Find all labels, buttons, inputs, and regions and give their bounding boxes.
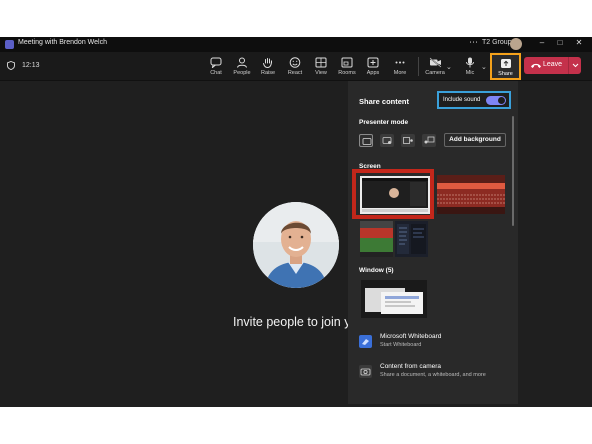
leave-options-button[interactable]	[568, 57, 582, 74]
mic-button[interactable]: Mic	[457, 55, 483, 79]
screen-3-preview-image	[360, 221, 393, 257]
camera-content-title: Content from camera	[380, 363, 442, 370]
camera-button[interactable]: Camera	[422, 55, 448, 79]
side-by-side-icon	[403, 137, 413, 144]
screen-4-thumbnail[interactable]	[395, 221, 428, 257]
screen-2-thumbnail[interactable]	[437, 175, 505, 214]
rooms-button[interactable]: Rooms	[334, 55, 360, 79]
screen-3-thumbnail[interactable]	[360, 221, 393, 257]
leave-button[interactable]: Leave	[524, 57, 581, 74]
people-icon	[237, 57, 247, 68]
leave-label: Leave	[543, 61, 563, 68]
camera-off-icon	[429, 57, 441, 68]
meeting-timer: 12:13	[22, 62, 40, 69]
screen-4-preview-image	[395, 221, 428, 257]
content-only-icon	[362, 138, 372, 145]
share-label: Share	[498, 71, 513, 77]
rooms-icon	[341, 57, 353, 68]
screen-1-highlight	[352, 169, 434, 219]
raise-hand-button[interactable]: Raise	[255, 55, 281, 79]
screen-2-preview-image	[437, 175, 505, 214]
apps-button[interactable]: Apps	[360, 55, 386, 79]
whiteboard-icon	[359, 335, 372, 348]
mic-label: Mic	[465, 70, 475, 76]
reporter-icon	[424, 136, 435, 144]
mic-icon	[466, 57, 474, 68]
maximize-button[interactable]: □	[553, 38, 567, 47]
include-sound-toggle-row[interactable]: Include sound	[437, 91, 511, 109]
window-1-thumbnail[interactable]	[361, 280, 427, 318]
people-label: People	[233, 70, 251, 76]
react-label: React	[287, 70, 303, 76]
teams-logo-icon	[5, 40, 14, 49]
presenter-mode-content-only[interactable]	[359, 134, 373, 147]
people-button[interactable]: People	[229, 55, 255, 79]
include-sound-label: Include sound	[443, 97, 481, 103]
view-button[interactable]: View	[308, 55, 334, 79]
chat-button[interactable]: Chat	[203, 55, 229, 79]
title-bar: Meeting with Brendon Welch ⋯ T2 Group – …	[0, 37, 592, 52]
camera-label: Camera	[425, 70, 445, 76]
invite-people-text: Invite people to join you	[233, 315, 348, 329]
share-tray-icon	[500, 59, 511, 68]
content-from-camera-option[interactable]: Content from camera Share a document, a …	[359, 363, 509, 383]
user-avatar[interactable]	[510, 38, 522, 50]
camera-content-icon	[359, 365, 372, 378]
hand-icon	[263, 58, 272, 68]
include-sound-toggle[interactable]	[486, 96, 506, 105]
toolbar-divider	[418, 57, 419, 76]
camera-content-subtitle: Share a document, a whiteboard, and more	[380, 372, 486, 378]
close-button[interactable]: ✕	[572, 38, 586, 47]
chevron-down-icon	[572, 63, 579, 68]
view-label: View	[315, 70, 327, 76]
share-content-title: Share content	[359, 97, 410, 106]
hang-up-icon	[531, 63, 541, 68]
shield-icon	[7, 61, 15, 70]
raise-label: Raise	[260, 70, 276, 76]
apps-label: Apps	[366, 70, 380, 76]
share-button[interactable]: Share	[490, 53, 521, 80]
minimize-button[interactable]: –	[535, 38, 549, 47]
presenter-mode-side-by-side[interactable]	[401, 134, 415, 147]
presenter-mode-standout[interactable]	[380, 134, 394, 147]
share-content-panel: Share content Include sound Presenter mo…	[348, 81, 518, 404]
more-dots-icon	[395, 61, 405, 64]
whiteboard-title: Microsoft Whiteboard	[380, 333, 442, 340]
whiteboard-subtitle: Start Whiteboard	[380, 342, 422, 348]
react-button[interactable]: React	[282, 55, 308, 79]
presenter-mode-label: Presenter mode	[359, 119, 409, 126]
rooms-label: Rooms	[338, 70, 356, 76]
mic-options-chevron-icon[interactable]: ⌄	[481, 63, 487, 71]
whiteboard-option[interactable]: Microsoft Whiteboard Start Whiteboard	[359, 333, 509, 353]
title-more-icon[interactable]: ⋯	[469, 37, 478, 48]
add-background-button[interactable]: Add background	[444, 133, 506, 147]
panel-scrollbar[interactable]	[512, 116, 514, 226]
more-label: More	[393, 70, 407, 76]
apps-icon	[367, 57, 379, 68]
standout-icon	[382, 137, 392, 144]
org-name[interactable]: T2 Group	[482, 39, 512, 46]
camera-options-chevron-icon[interactable]: ⌄	[446, 63, 452, 71]
chat-label: Chat	[210, 70, 222, 76]
chat-icon	[210, 57, 222, 68]
window-section-label: Window (5)	[359, 267, 394, 274]
presenter-mode-reporter[interactable]	[422, 134, 436, 147]
toggle-knob	[498, 97, 505, 104]
grid-icon	[315, 57, 327, 68]
participant-avatar-photo	[253, 202, 339, 288]
more-button[interactable]: More	[387, 55, 413, 79]
window-title: Meeting with Brendon Welch	[18, 39, 107, 46]
smiley-icon	[289, 57, 301, 68]
participant-portrait-image	[253, 202, 339, 288]
window-1-preview-image	[361, 280, 427, 318]
